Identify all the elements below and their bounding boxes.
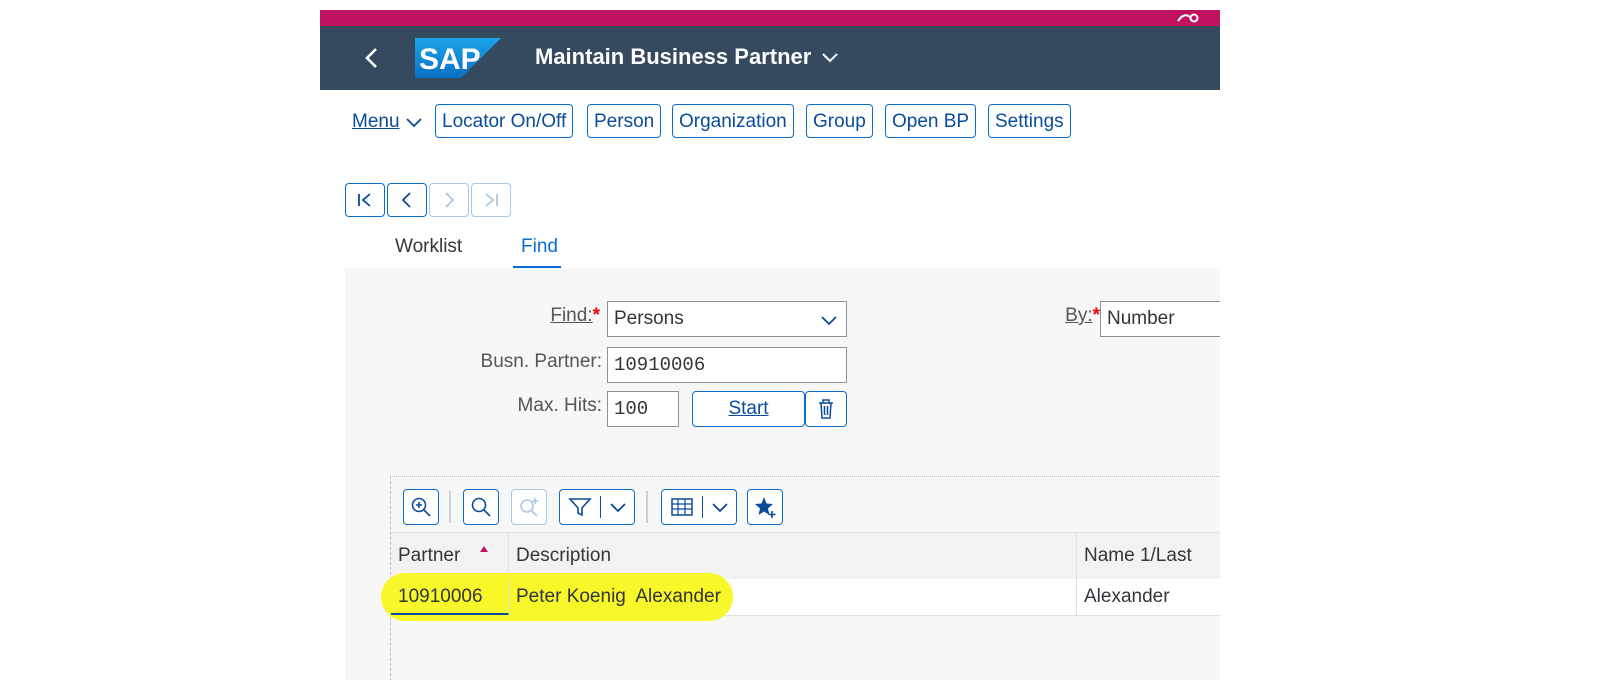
sort-ascending-icon bbox=[480, 546, 488, 552]
by-select-value: Number bbox=[1107, 308, 1175, 329]
by-select[interactable]: Number bbox=[1100, 301, 1220, 337]
find-select-value: Persons bbox=[614, 308, 684, 329]
trash-icon bbox=[819, 399, 833, 419]
layout-menu-button[interactable] bbox=[661, 489, 737, 525]
menu-button[interactable]: Menu bbox=[352, 108, 422, 136]
last-record-button[interactable] bbox=[471, 183, 511, 217]
find-label: Find:* bbox=[495, 301, 600, 331]
toolbar-separator bbox=[449, 491, 451, 523]
search-plus-icon bbox=[520, 498, 538, 517]
app-title[interactable]: Maintain Business Partner bbox=[535, 42, 839, 72]
search-next-button[interactable] bbox=[511, 489, 547, 525]
first-record-button[interactable] bbox=[345, 183, 385, 217]
max-hits-label: Max. Hits: bbox=[517, 395, 602, 416]
shell-bar: SAP Maintain Business Partner bbox=[320, 26, 1220, 90]
connection-icon bbox=[1176, 10, 1202, 27]
next-record-button[interactable] bbox=[429, 183, 469, 217]
column-header-name[interactable]: Name 1/Last bbox=[1077, 533, 1220, 579]
top-accent-bar bbox=[320, 10, 1220, 26]
split-divider bbox=[599, 496, 601, 518]
find-label-text: Find: bbox=[550, 305, 593, 326]
busn-partner-label: Busn. Partner: bbox=[480, 351, 602, 372]
chevron-down-icon bbox=[609, 503, 626, 513]
max-hits-input[interactable]: 100 bbox=[607, 391, 679, 427]
first-page-icon bbox=[358, 193, 371, 207]
sap-window: SAP Maintain Business Partner Menu Locat… bbox=[320, 10, 1220, 680]
cell-description: Peter Koenig Alexander bbox=[509, 579, 1077, 615]
column-header-partner-label: Partner bbox=[398, 545, 461, 566]
chevron-left-icon bbox=[365, 48, 377, 68]
table-row[interactable]: 10910006 Peter Koenig Alexander Alexande… bbox=[381, 573, 1220, 621]
search-icon bbox=[471, 497, 491, 517]
filter-menu-button[interactable] bbox=[559, 489, 635, 525]
person-button[interactable]: Person bbox=[587, 104, 662, 138]
tab-worklist[interactable]: Worklist bbox=[395, 234, 462, 260]
organization-button[interactable]: Organization bbox=[672, 104, 794, 138]
group-button[interactable]: Group bbox=[806, 104, 873, 138]
find-select[interactable]: Persons bbox=[607, 301, 847, 337]
last-page-icon bbox=[485, 193, 498, 207]
app-toolbar: Menu Locator On/Off Person Organization … bbox=[320, 104, 1220, 142]
by-label-text: By: bbox=[1065, 305, 1093, 326]
chevron-down-icon bbox=[822, 53, 839, 63]
chevron-down-icon bbox=[711, 503, 728, 513]
cell-name: Alexander bbox=[1084, 586, 1170, 607]
menu-label: Menu bbox=[352, 111, 400, 132]
clear-button[interactable] bbox=[805, 391, 847, 427]
chevron-down-icon bbox=[821, 316, 837, 326]
open-bp-button[interactable]: Open BP bbox=[885, 104, 977, 138]
star-plus-icon bbox=[755, 497, 776, 518]
chevron-down-icon bbox=[405, 118, 422, 127]
zoom-details-icon bbox=[411, 497, 431, 517]
required-marker: * bbox=[592, 305, 600, 326]
details-button[interactable] bbox=[403, 489, 439, 525]
app-title-text: Maintain Business Partner bbox=[535, 44, 812, 69]
chevron-right-icon bbox=[445, 192, 455, 208]
required-marker: * bbox=[1092, 305, 1100, 326]
back-button[interactable] bbox=[358, 40, 386, 76]
sap-logo: SAP bbox=[415, 38, 501, 83]
toolbar-separator bbox=[646, 491, 648, 523]
start-button[interactable]: Start bbox=[692, 391, 805, 427]
split-divider bbox=[701, 496, 703, 518]
settings-button[interactable]: Settings bbox=[988, 104, 1071, 138]
favorites-button[interactable] bbox=[747, 489, 783, 525]
tab-find[interactable]: Find bbox=[521, 234, 558, 260]
search-button[interactable] bbox=[463, 489, 499, 525]
locator-toggle-button[interactable]: Locator On/Off bbox=[435, 104, 574, 138]
previous-record-button[interactable] bbox=[387, 183, 427, 217]
filter-icon bbox=[567, 498, 592, 517]
busn-partner-input[interactable]: 10910006 bbox=[607, 347, 847, 383]
by-label: By:* bbox=[1025, 301, 1100, 331]
cell-partner[interactable]: 10910006 bbox=[391, 579, 509, 615]
tab-bar: Worklist Find bbox=[345, 230, 1220, 269]
svg-text:SAP: SAP bbox=[419, 43, 481, 76]
table-layout-icon bbox=[670, 498, 693, 516]
results-grid: Partner Description Name 1/Last 10910006… bbox=[381, 476, 1220, 680]
chevron-left-icon bbox=[401, 192, 411, 208]
start-button-label: Start bbox=[728, 398, 769, 419]
